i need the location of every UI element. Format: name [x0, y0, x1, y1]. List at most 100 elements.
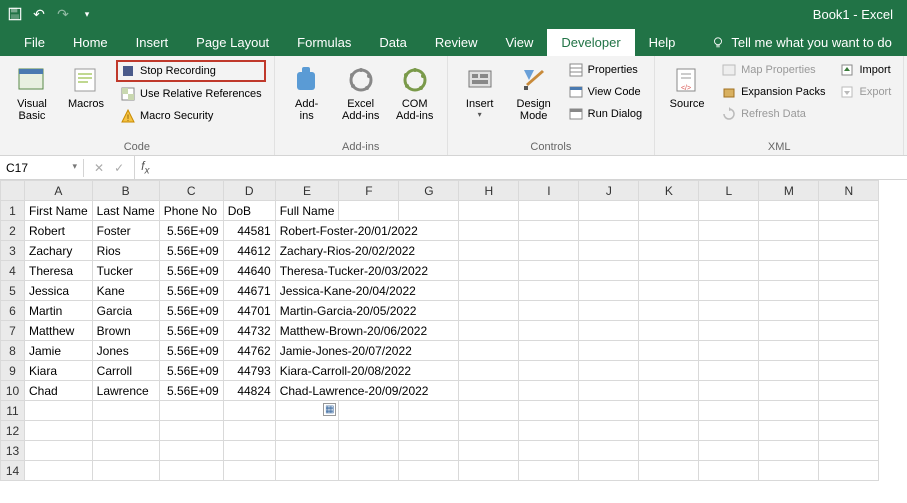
cell-J4[interactable]: [579, 261, 639, 281]
tab-help[interactable]: Help: [635, 29, 690, 56]
cell-H13[interactable]: [459, 441, 519, 461]
cell-E7[interactable]: Matthew-Brown-20/06/2022: [275, 321, 459, 341]
cell-J10[interactable]: [579, 381, 639, 401]
cell-G12[interactable]: [399, 421, 459, 441]
cell-L14[interactable]: [699, 461, 759, 481]
cell-B11[interactable]: [92, 401, 159, 421]
cell-J12[interactable]: [579, 421, 639, 441]
cell-F14[interactable]: [339, 461, 399, 481]
macros-button[interactable]: Macros: [62, 60, 110, 110]
cell-K3[interactable]: [639, 241, 699, 261]
cell-D7[interactable]: 44732: [223, 321, 275, 341]
cell-M3[interactable]: [759, 241, 819, 261]
cell-K4[interactable]: [639, 261, 699, 281]
cell-I5[interactable]: [519, 281, 579, 301]
cell-H10[interactable]: [459, 381, 519, 401]
design-mode-button[interactable]: DesignMode: [510, 60, 558, 122]
cell-K14[interactable]: [639, 461, 699, 481]
cell-I2[interactable]: [519, 221, 579, 241]
view-code-button[interactable]: View Code: [564, 82, 646, 102]
cell-C9[interactable]: 5.56E+09: [159, 361, 223, 381]
cell-F13[interactable]: [339, 441, 399, 461]
cell-C14[interactable]: [159, 461, 223, 481]
cell-H9[interactable]: [459, 361, 519, 381]
cell-H6[interactable]: [459, 301, 519, 321]
row-header-12[interactable]: 12: [1, 421, 25, 441]
cell-I10[interactable]: [519, 381, 579, 401]
cell-A4[interactable]: Theresa: [25, 261, 93, 281]
cell-B4[interactable]: Tucker: [92, 261, 159, 281]
cell-E4[interactable]: Theresa-Tucker-20/03/2022: [275, 261, 459, 281]
cell-E10[interactable]: Chad-Lawrence-20/09/2022: [275, 381, 459, 401]
cell-N3[interactable]: [819, 241, 879, 261]
cell-G1[interactable]: [399, 201, 459, 221]
select-all-cell[interactable]: [1, 181, 25, 201]
cell-A14[interactable]: [25, 461, 93, 481]
cell-D10[interactable]: 44824: [223, 381, 275, 401]
cell-J2[interactable]: [579, 221, 639, 241]
row-header-8[interactable]: 8: [1, 341, 25, 361]
cell-L8[interactable]: [699, 341, 759, 361]
cell-K10[interactable]: [639, 381, 699, 401]
cell-A12[interactable]: [25, 421, 93, 441]
cell-A8[interactable]: Jamie: [25, 341, 93, 361]
cell-B9[interactable]: Carroll: [92, 361, 159, 381]
cell-L12[interactable]: [699, 421, 759, 441]
cell-J1[interactable]: [579, 201, 639, 221]
cell-M11[interactable]: [759, 401, 819, 421]
cell-K2[interactable]: [639, 221, 699, 241]
row-header-4[interactable]: 4: [1, 261, 25, 281]
cell-H11[interactable]: [459, 401, 519, 421]
cell-M6[interactable]: [759, 301, 819, 321]
col-header-F[interactable]: F: [339, 181, 399, 201]
row-header-3[interactable]: 3: [1, 241, 25, 261]
cell-N5[interactable]: [819, 281, 879, 301]
col-header-D[interactable]: D: [223, 181, 275, 201]
cell-F12[interactable]: [339, 421, 399, 441]
cell-K9[interactable]: [639, 361, 699, 381]
cell-I14[interactable]: [519, 461, 579, 481]
cell-C4[interactable]: 5.56E+09: [159, 261, 223, 281]
col-header-G[interactable]: G: [399, 181, 459, 201]
cell-E8[interactable]: Jamie-Jones-20/07/2022: [275, 341, 459, 361]
tab-data[interactable]: Data: [365, 29, 420, 56]
cell-E13[interactable]: [275, 441, 339, 461]
cell-J11[interactable]: [579, 401, 639, 421]
cell-A9[interactable]: Kiara: [25, 361, 93, 381]
com-addins-button[interactable]: COMAdd-ins: [391, 60, 439, 122]
row-header-14[interactable]: 14: [1, 461, 25, 481]
tab-formulas[interactable]: Formulas: [283, 29, 365, 56]
cell-A7[interactable]: Matthew: [25, 321, 93, 341]
cell-N14[interactable]: [819, 461, 879, 481]
cell-N9[interactable]: [819, 361, 879, 381]
cell-I7[interactable]: [519, 321, 579, 341]
cell-L10[interactable]: [699, 381, 759, 401]
cell-H7[interactable]: [459, 321, 519, 341]
cell-N7[interactable]: [819, 321, 879, 341]
cell-K12[interactable]: [639, 421, 699, 441]
cell-K13[interactable]: [639, 441, 699, 461]
cell-H2[interactable]: [459, 221, 519, 241]
col-header-B[interactable]: B: [92, 181, 159, 201]
tab-view[interactable]: View: [491, 29, 547, 56]
row-header-13[interactable]: 13: [1, 441, 25, 461]
cell-B13[interactable]: [92, 441, 159, 461]
tab-insert[interactable]: Insert: [122, 29, 183, 56]
col-header-M[interactable]: M: [759, 181, 819, 201]
cell-N1[interactable]: [819, 201, 879, 221]
col-header-N[interactable]: N: [819, 181, 879, 201]
cell-M12[interactable]: [759, 421, 819, 441]
cell-H12[interactable]: [459, 421, 519, 441]
cell-M2[interactable]: [759, 221, 819, 241]
cell-D5[interactable]: 44671: [223, 281, 275, 301]
cell-D9[interactable]: 44793: [223, 361, 275, 381]
cell-J6[interactable]: [579, 301, 639, 321]
cell-M7[interactable]: [759, 321, 819, 341]
cell-I4[interactable]: [519, 261, 579, 281]
cell-A6[interactable]: Martin: [25, 301, 93, 321]
insert-control-button[interactable]: Insert ▾: [456, 60, 504, 119]
tab-home[interactable]: Home: [59, 29, 122, 56]
cell-K6[interactable]: [639, 301, 699, 321]
cell-A11[interactable]: [25, 401, 93, 421]
cell-A1[interactable]: First Name: [25, 201, 93, 221]
